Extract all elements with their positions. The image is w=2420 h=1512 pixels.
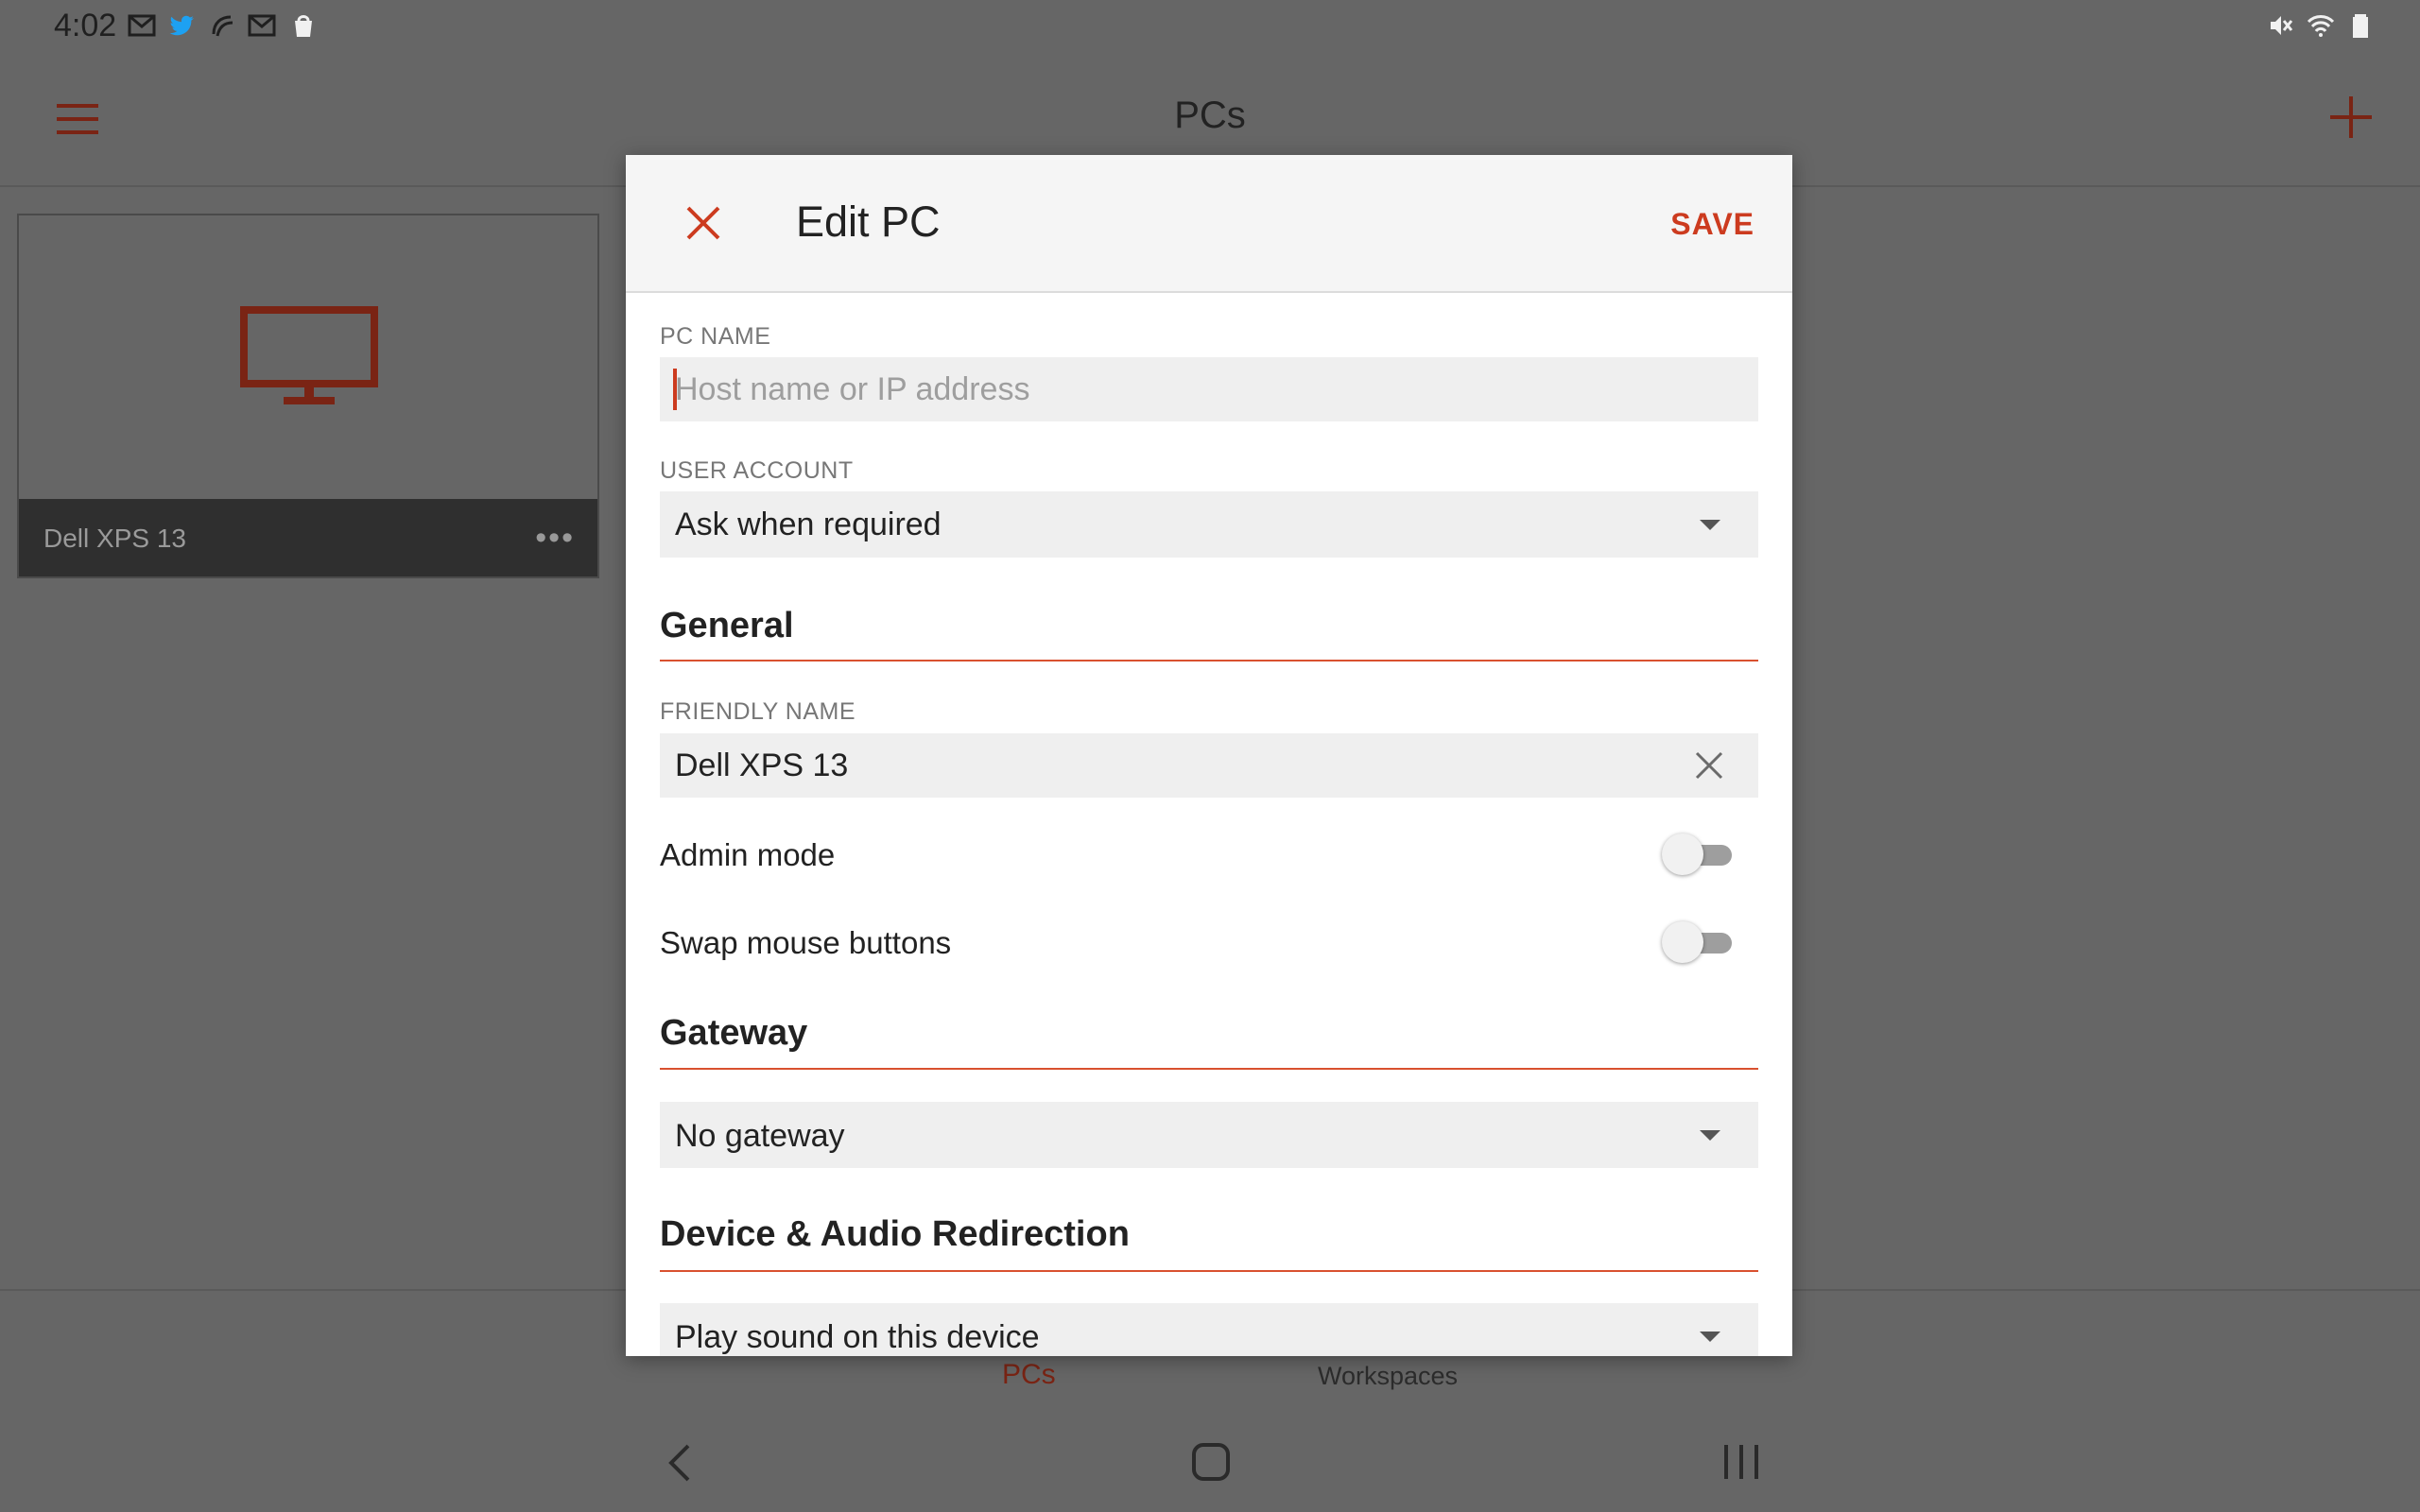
recent-apps-icon[interactable] [1722,1442,1760,1482]
section-divider [660,1068,1758,1070]
pc-tile[interactable]: Dell XPS 13 ••• [17,214,599,578]
gateway-dropdown[interactable]: No gateway [660,1102,1758,1168]
admin-mode-label: Admin mode [660,837,836,872]
tab-pcs[interactable]: PCs [1002,1359,1056,1391]
wifi-icon [2307,15,2335,37]
dialog-header: Edit PC SAVE [626,155,1792,293]
shopping-bag-icon [295,15,312,37]
gmail-icon [248,14,276,37]
gmail-icon [128,14,156,37]
audio-value: Play sound on this device [675,1319,1040,1355]
dialog-title: Edit PC [796,198,941,246]
pc-tile-footer: Dell XPS 13 ••• [19,499,597,576]
dropdown-arrow-icon [1700,520,1720,530]
user-account-label: USER ACCOUNT [660,457,854,484]
status-bar: 4:02 [0,0,2420,53]
friendly-name-value: Dell XPS 13 [675,747,849,783]
admin-mode-toggle[interactable] [1662,832,1737,879]
audio-dropdown[interactable]: Play sound on this device [660,1303,1758,1356]
pc-name-label: PC NAME [660,323,771,350]
user-account-dropdown[interactable]: Ask when required [660,491,1758,558]
monitor-icon [240,306,378,404]
swap-mouse-toggle[interactable] [1662,919,1737,967]
battery-icon [2353,14,2368,38]
app-notification-icon [212,15,233,37]
section-general-title: General [660,606,794,645]
more-options-icon[interactable]: ••• [535,520,575,557]
pc-tile-name: Dell XPS 13 [43,524,186,553]
section-divider [660,1270,1758,1272]
system-nav-bar [0,1400,2420,1512]
swap-mouse-label: Swap mouse buttons [660,925,952,960]
friendly-name-label: FRIENDLY NAME [660,698,856,725]
close-icon[interactable] [683,202,724,244]
clear-text-icon[interactable] [1694,750,1724,781]
dropdown-arrow-icon [1700,1130,1720,1141]
tab-workspaces[interactable]: Workspaces [1318,1362,1458,1391]
save-button[interactable]: SAVE [1670,207,1754,242]
user-account-value: Ask when required [675,507,942,542]
gateway-value: No gateway [675,1118,845,1154]
back-icon[interactable] [662,1442,700,1484]
twitter-icon [169,15,194,36]
status-time: 4:02 [54,8,117,43]
mute-icon [2271,16,2293,35]
app-title: PCs [1174,94,1246,136]
section-device-audio-title: Device & Audio Redirection [660,1214,1130,1254]
section-divider [660,660,1758,662]
home-icon[interactable] [1191,1442,1231,1482]
pc-name-input[interactable]: Host name or IP address [660,357,1758,421]
toggle-thumb [1662,833,1703,875]
pc-name-placeholder: Host name or IP address [675,371,1030,407]
toggle-thumb [1662,921,1703,963]
friendly-name-input[interactable]: Dell XPS 13 [660,733,1758,798]
section-gateway-title: Gateway [660,1013,808,1053]
edit-pc-dialog: Edit PC SAVE PC NAME Host name or IP add… [626,155,1792,1356]
dropdown-arrow-icon [1700,1332,1720,1342]
add-icon[interactable] [2328,94,2374,140]
